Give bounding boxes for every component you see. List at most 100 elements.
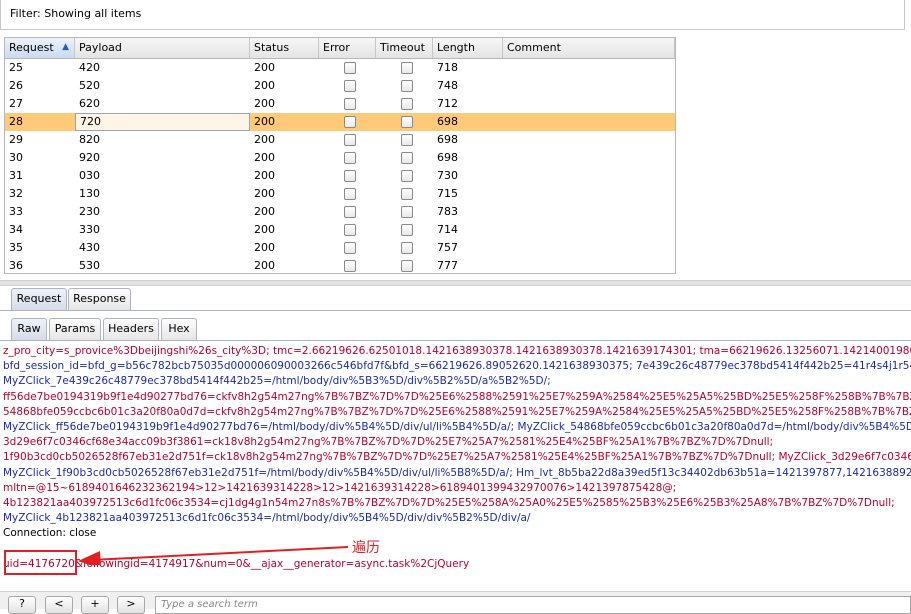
timeout-checkbox[interactable] xyxy=(401,134,413,146)
error-checkbox[interactable] xyxy=(344,80,356,92)
table-row[interactable]: 30 920 200 698 xyxy=(5,149,675,167)
error-checkbox[interactable] xyxy=(344,206,356,218)
cell-comment xyxy=(503,131,675,149)
filter-bar[interactable]: Filter: Showing all items xyxy=(0,0,905,30)
timeout-checkbox[interactable] xyxy=(401,242,413,254)
tab-raw[interactable]: Raw xyxy=(11,318,47,340)
cell-comment xyxy=(503,239,675,257)
timeout-checkbox[interactable] xyxy=(401,116,413,128)
table-row[interactable]: 29 820 200 698 xyxy=(5,131,675,149)
message-line: bfd_session_id=bfd_g=b56c782bcb75035d000… xyxy=(3,360,911,373)
request-response-tabs: Request Response xyxy=(0,284,911,311)
cell-status: 200 xyxy=(254,223,275,236)
tab-headers[interactable]: Headers xyxy=(103,318,159,340)
cell-request: 33 xyxy=(9,205,23,218)
column-header-error[interactable]: Error xyxy=(319,38,376,58)
help-button[interactable]: ? xyxy=(8,596,36,614)
timeout-checkbox[interactable] xyxy=(401,206,413,218)
cell-timeout xyxy=(376,131,433,149)
table-row[interactable]: 34 330 200 714 xyxy=(5,221,675,239)
message-view-tabs: Raw Params Headers Hex xyxy=(0,314,911,341)
table-row[interactable]: 26 520 200 748 xyxy=(5,77,675,95)
table-row[interactable]: 31 030 200 730 xyxy=(5,167,675,185)
error-checkbox[interactable] xyxy=(344,134,356,146)
cell-error xyxy=(319,221,376,239)
message-line: MyZClick_4b123821aa403972513c6d1fc06c353… xyxy=(3,512,531,525)
cell-request: 26 xyxy=(9,79,23,92)
cell-request: 32 xyxy=(9,187,23,200)
error-checkbox[interactable] xyxy=(344,116,356,128)
column-header-request[interactable]: Request ▲ xyxy=(5,38,75,58)
previous-button[interactable]: < xyxy=(45,596,73,614)
column-header-comment[interactable]: Comment xyxy=(503,38,675,58)
table-row[interactable]: 27 620 200 712 xyxy=(5,95,675,113)
cell-error xyxy=(319,185,376,203)
tab-params[interactable]: Params xyxy=(49,318,101,340)
arrow-annotation xyxy=(78,546,349,565)
timeout-checkbox[interactable] xyxy=(401,188,413,200)
table-row[interactable]: 36 530 200 777 xyxy=(5,257,675,273)
error-checkbox[interactable] xyxy=(344,224,356,236)
add-button[interactable]: + xyxy=(81,596,109,614)
column-header-length[interactable]: Length xyxy=(433,38,503,58)
tab-hex[interactable]: Hex xyxy=(161,318,197,340)
cell-payload: 430 xyxy=(79,241,100,254)
timeout-checkbox[interactable] xyxy=(401,62,413,74)
results-table[interactable]: Request ▲ Payload Status Error Timeout Le… xyxy=(4,37,676,274)
message-line: 1f90b3cd0cb5026528f67eb31e2d751f=ck18v8h… xyxy=(3,451,911,464)
timeout-checkbox[interactable] xyxy=(401,224,413,236)
column-header-timeout[interactable]: Timeout xyxy=(376,38,433,58)
cell-error xyxy=(319,257,376,273)
error-checkbox[interactable] xyxy=(344,152,356,164)
filter-label: Filter: Showing all items xyxy=(10,7,142,20)
timeout-checkbox[interactable] xyxy=(401,80,413,92)
table-row[interactable]: 28 720 200 698 xyxy=(5,113,675,131)
cell-error xyxy=(319,77,376,95)
cell-status: 200 xyxy=(254,115,275,128)
table-row[interactable]: 25 420 200 718 xyxy=(5,59,675,77)
cell-error xyxy=(319,239,376,257)
error-checkbox[interactable] xyxy=(344,98,356,110)
tab-response[interactable]: Response xyxy=(68,288,131,310)
error-checkbox[interactable] xyxy=(344,170,356,182)
table-row[interactable]: 33 230 200 783 xyxy=(5,203,675,221)
error-checkbox[interactable] xyxy=(344,260,356,272)
cell-status: 200 xyxy=(254,61,275,74)
cell-request: 31 xyxy=(9,169,23,182)
cell-payload: 920 xyxy=(79,151,100,164)
timeout-checkbox[interactable] xyxy=(401,170,413,182)
column-header-status[interactable]: Status xyxy=(250,38,319,58)
timeout-checkbox[interactable] xyxy=(401,98,413,110)
search-input[interactable]: Type a search term xyxy=(155,596,911,614)
cell-payload: 820 xyxy=(79,133,100,146)
cell-status: 200 xyxy=(254,187,275,200)
cell-length: 757 xyxy=(437,241,458,254)
cell-payload: 530 xyxy=(79,259,100,272)
cell-comment xyxy=(503,59,675,77)
table-row[interactable]: 32 130 200 715 xyxy=(5,185,675,203)
error-checkbox[interactable] xyxy=(344,62,356,74)
cell-length: 777 xyxy=(437,259,458,272)
cell-length: 718 xyxy=(437,61,458,74)
cell-comment xyxy=(503,149,675,167)
table-row[interactable]: 35 430 200 757 xyxy=(5,239,675,257)
column-header-payload[interactable]: Payload xyxy=(75,38,250,58)
cell-comment xyxy=(503,203,675,221)
message-line: MyZClick_7e439c26c48779ec378bd5414f442b2… xyxy=(3,375,551,388)
cell-request: 28 xyxy=(9,115,23,128)
cell-timeout xyxy=(376,59,433,77)
message-line: MyZClick_1f90b3cd0cb5026528f67eb31e2d751… xyxy=(3,466,911,479)
cell-comment xyxy=(503,95,675,113)
next-button[interactable]: > xyxy=(117,596,145,614)
tab-request[interactable]: Request xyxy=(11,288,67,310)
cell-request: 36 xyxy=(9,259,23,272)
error-checkbox[interactable] xyxy=(344,188,356,200)
cell-comment xyxy=(503,257,675,273)
annotation-text: 遍历 xyxy=(352,540,380,556)
error-checkbox[interactable] xyxy=(344,242,356,254)
cell-request: 25 xyxy=(9,61,23,74)
timeout-checkbox[interactable] xyxy=(401,152,413,164)
timeout-checkbox[interactable] xyxy=(401,260,413,272)
table-body: 25 420 200 718 26 520 200 748 27 620 200 712 28 720 20… xyxy=(5,59,675,273)
cell-payload: 420 xyxy=(79,61,100,74)
